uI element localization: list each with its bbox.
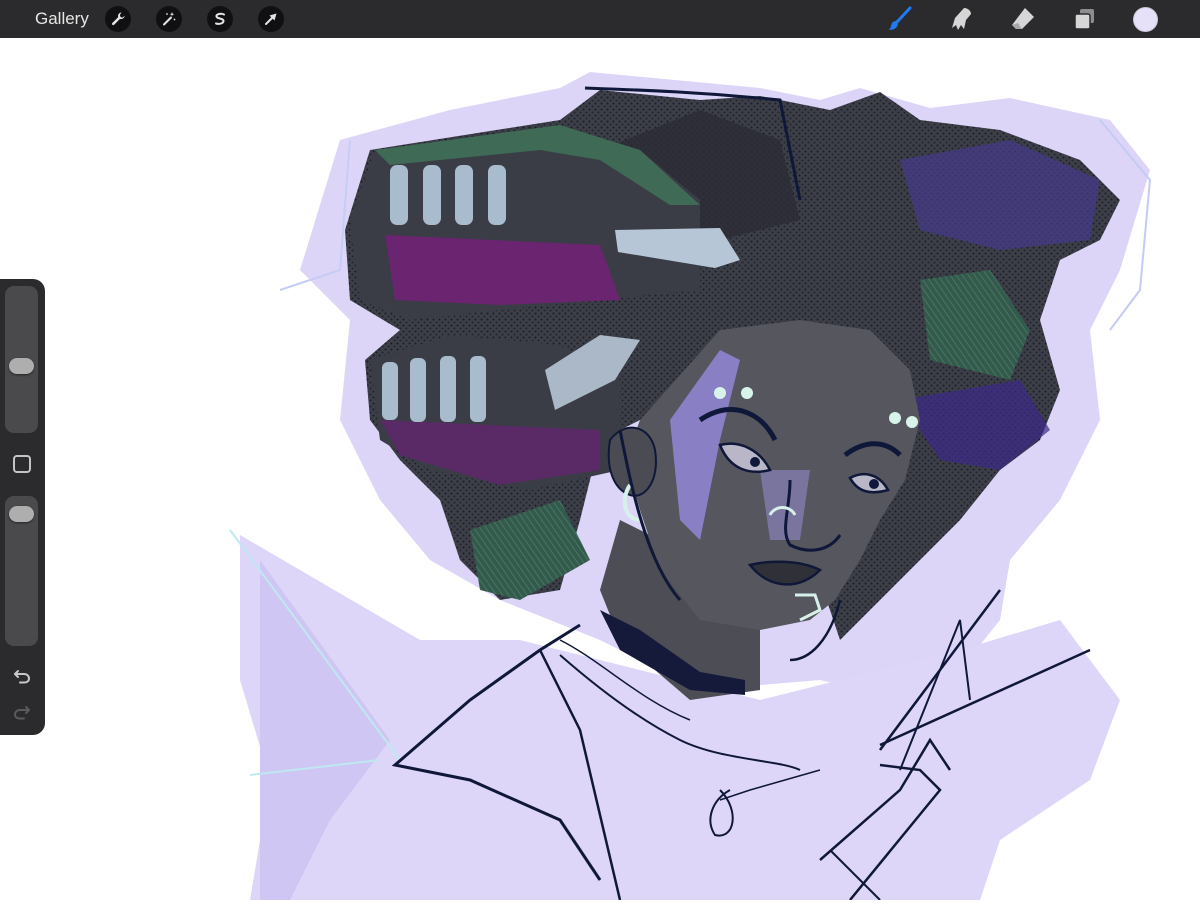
artwork-illustration — [229, 72, 1152, 901]
magic-wand-icon — [163, 12, 176, 26]
layers-icon — [1074, 9, 1094, 30]
layers-button[interactable] — [1070, 5, 1098, 33]
eraser-button[interactable] — [1009, 5, 1037, 33]
paint-button[interactable] — [886, 5, 914, 33]
brush-size-thumb[interactable] — [9, 357, 34, 374]
brush-sidebar — [0, 279, 45, 735]
brush-opacity-slider[interactable] — [5, 496, 38, 646]
top-toolbar: Gallery — [0, 0, 1200, 38]
transform-arrow-icon — [265, 13, 277, 25]
brush-size-slider[interactable] — [5, 286, 38, 433]
drawing-canvas[interactable] — [0, 38, 1200, 901]
redo-button[interactable] — [9, 699, 35, 725]
selection-button[interactable] — [207, 6, 233, 32]
undo-button[interactable] — [9, 663, 35, 689]
selection-icon — [215, 12, 225, 25]
smudge-icon — [952, 8, 971, 30]
brush-icon — [888, 6, 912, 30]
wrench-icon — [111, 12, 125, 26]
transform-button[interactable] — [258, 6, 284, 32]
adjustments-button[interactable] — [156, 6, 182, 32]
eraser-icon — [1012, 8, 1034, 29]
gallery-button[interactable]: Gallery — [35, 9, 89, 29]
color-swatch-button[interactable] — [1133, 7, 1158, 32]
redo-icon — [13, 706, 30, 720]
undo-icon — [14, 670, 31, 684]
actions-button[interactable] — [105, 6, 131, 32]
smudge-button[interactable] — [947, 5, 975, 33]
brush-opacity-thumb[interactable] — [9, 506, 34, 523]
modify-button[interactable] — [13, 455, 31, 473]
